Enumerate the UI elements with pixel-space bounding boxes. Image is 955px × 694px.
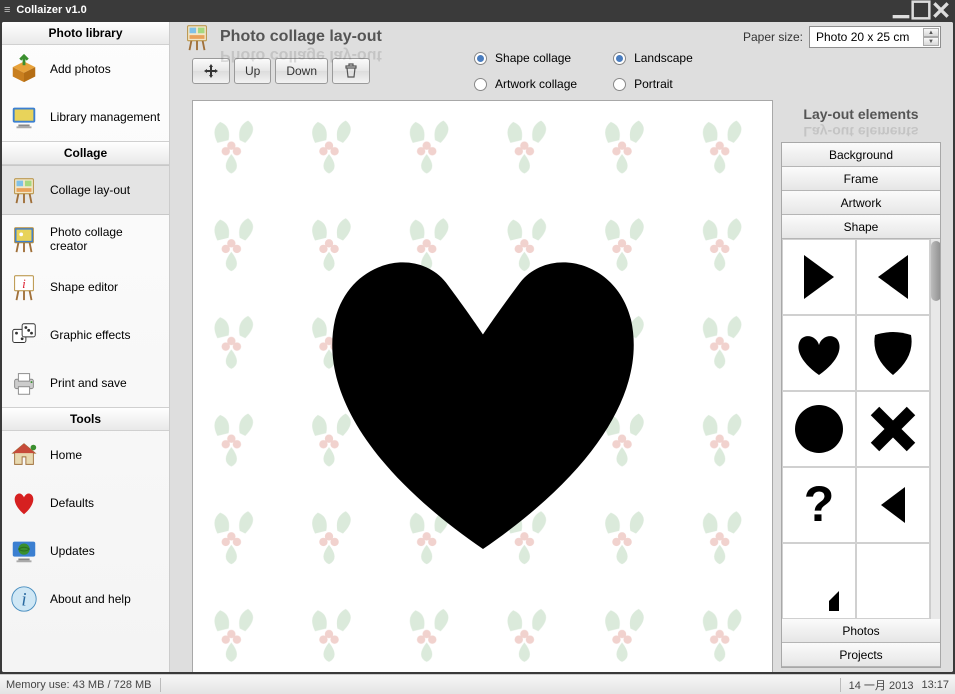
sidebar-header-photo-library: Photo library — [2, 22, 169, 45]
home-icon — [8, 439, 40, 471]
sidebar-item-photo-collage-creator[interactable]: Photo collage creator — [2, 215, 169, 263]
sidebar-item-label: Defaults — [50, 496, 94, 510]
window-title: Collaizer v1.0 — [16, 4, 86, 16]
box-add-icon — [8, 53, 40, 85]
accordion-background[interactable]: Background — [782, 143, 940, 167]
shape-gallery: ? — [782, 239, 940, 619]
sidebar: Photo library Add photos Library managem… — [2, 22, 170, 672]
accordion-artwork[interactable]: Artwork — [782, 191, 940, 215]
radio-dot-icon — [474, 78, 487, 91]
sidebar-header-tools: Tools — [2, 407, 169, 431]
window-controls — [891, 1, 951, 19]
app-body: Photo library Add photos Library managem… — [2, 22, 953, 672]
chevron-down-icon[interactable]: ▼ — [923, 37, 939, 46]
radio-shape-collage[interactable]: Shape collage — [474, 51, 577, 65]
move-icon — [203, 63, 219, 79]
trash-icon — [343, 63, 359, 79]
shape-play-right[interactable] — [782, 239, 856, 315]
sidebar-item-label: About and help — [50, 592, 131, 606]
easel-layout-icon — [182, 22, 212, 52]
heart-shape[interactable] — [298, 209, 668, 579]
shape-scrollbar[interactable] — [930, 239, 940, 619]
shape-partial-2[interactable] — [856, 543, 930, 619]
paper-size-value: Photo 20 x 25 cm — [816, 30, 909, 44]
shape-question[interactable]: ? — [782, 467, 856, 543]
sidebar-item-label: Print and save — [50, 376, 127, 390]
info-icon: i — [8, 583, 40, 615]
radio-landscape[interactable]: Landscape — [613, 51, 693, 65]
sidebar-item-collage-layout[interactable]: Collage lay-out — [2, 165, 169, 215]
maximize-button[interactable] — [911, 1, 931, 19]
accordion-frame[interactable]: Frame — [782, 167, 940, 191]
close-button[interactable] — [931, 1, 951, 19]
main-area: Photo collage lay-out Photo collage lay-… — [170, 22, 953, 672]
radio-artwork-collage[interactable]: Artwork collage — [474, 77, 577, 91]
sidebar-item-label: Shape editor — [50, 280, 118, 294]
shape-play-left[interactable] — [856, 239, 930, 315]
radio-dot-icon — [613, 52, 626, 65]
accordion-shape[interactable]: Shape — [782, 215, 940, 239]
accordion-photos[interactable]: Photos — [782, 619, 940, 643]
collage-options: Shape collage Landscape Artwork collage … — [474, 51, 693, 91]
svg-text:?: ? — [804, 476, 835, 532]
sidebar-item-label: Photo collage creator — [50, 225, 163, 253]
sidebar-item-updates[interactable]: Updates — [2, 527, 169, 575]
sidebar-item-add-photos[interactable]: Add photos — [2, 45, 169, 93]
easel-layout-icon — [8, 174, 40, 206]
radio-portrait[interactable]: Portrait — [613, 77, 693, 91]
sidebar-item-label: Graphic effects — [50, 328, 130, 342]
sidebar-item-home[interactable]: Home — [2, 431, 169, 479]
sidebar-item-label: Updates — [50, 544, 95, 558]
radio-dot-icon — [474, 52, 487, 65]
easel-photo-icon — [8, 223, 40, 255]
printer-icon — [8, 367, 40, 399]
layout-accordion: Background Frame Artwork Shape — [781, 142, 941, 668]
paper-size-select[interactable]: Photo 20 x 25 cm ▲▼ — [809, 26, 941, 48]
sidebar-item-graphic-effects[interactable]: Graphic effects — [2, 311, 169, 359]
accordion-projects[interactable]: Projects — [782, 643, 940, 667]
minimize-button[interactable] — [891, 1, 911, 19]
sidebar-item-label: Add photos — [50, 62, 111, 76]
layout-elements-panel: Lay-out elements Lay-out elements Backgr… — [781, 100, 941, 672]
shape-heart[interactable] — [782, 315, 856, 391]
paper-size-label: Paper size: — [743, 30, 803, 44]
status-time: 13:17 — [921, 679, 949, 691]
sidebar-item-label: Home — [50, 448, 82, 462]
canvas-area: Lay-out elements Lay-out elements Backgr… — [170, 90, 953, 672]
sidebar-item-library-management[interactable]: Library management — [2, 93, 169, 141]
heart-icon — [8, 487, 40, 519]
easel-shape-icon: i — [8, 271, 40, 303]
shape-x[interactable] — [856, 391, 930, 467]
page-title: Photo collage lay-out Photo collage lay-… — [220, 28, 382, 46]
collage-canvas[interactable] — [192, 100, 773, 672]
radio-dot-icon — [613, 78, 626, 91]
sidebar-item-print-and-save[interactable]: Print and save — [2, 359, 169, 407]
scrollbar-thumb[interactable] — [931, 241, 940, 301]
sidebar-item-shape-editor[interactable]: i Shape editor — [2, 263, 169, 311]
panel-title: Lay-out elements Lay-out elements — [781, 100, 941, 124]
status-date: 14 一月 2013 — [849, 677, 914, 693]
shape-partial-1[interactable] — [782, 543, 856, 619]
main-header: Photo collage lay-out Photo collage lay-… — [170, 22, 953, 52]
spin-buttons[interactable]: ▲▼ — [923, 28, 939, 46]
shape-triangle-left[interactable] — [856, 467, 930, 543]
memory-use: Memory use: 43 MB / 728 MB — [6, 679, 152, 691]
svg-text:i: i — [21, 590, 26, 611]
shape-shield[interactable] — [856, 315, 930, 391]
sidebar-item-label: Collage lay-out — [50, 183, 130, 197]
chevron-up-icon[interactable]: ▲ — [923, 28, 939, 37]
svg-text:i: i — [22, 276, 26, 291]
statusbar: Memory use: 43 MB / 728 MB 14 一月 2013 13… — [0, 674, 955, 694]
titlebar[interactable]: ≡ Collaizer v1.0 — [0, 0, 955, 20]
shape-circle[interactable] — [782, 391, 856, 467]
app-window: ≡ Collaizer v1.0 Photo library Add photo… — [0, 0, 955, 694]
monitor-folder-icon — [8, 101, 40, 133]
sidebar-item-label: Library management — [50, 110, 160, 124]
app-menu-icon[interactable]: ≡ — [4, 4, 10, 16]
sidebar-item-defaults[interactable]: Defaults — [2, 479, 169, 527]
monitor-globe-icon — [8, 535, 40, 567]
sidebar-item-about-and-help[interactable]: i About and help — [2, 575, 169, 623]
dice-icon — [8, 319, 40, 351]
sidebar-header-collage: Collage — [2, 141, 169, 165]
